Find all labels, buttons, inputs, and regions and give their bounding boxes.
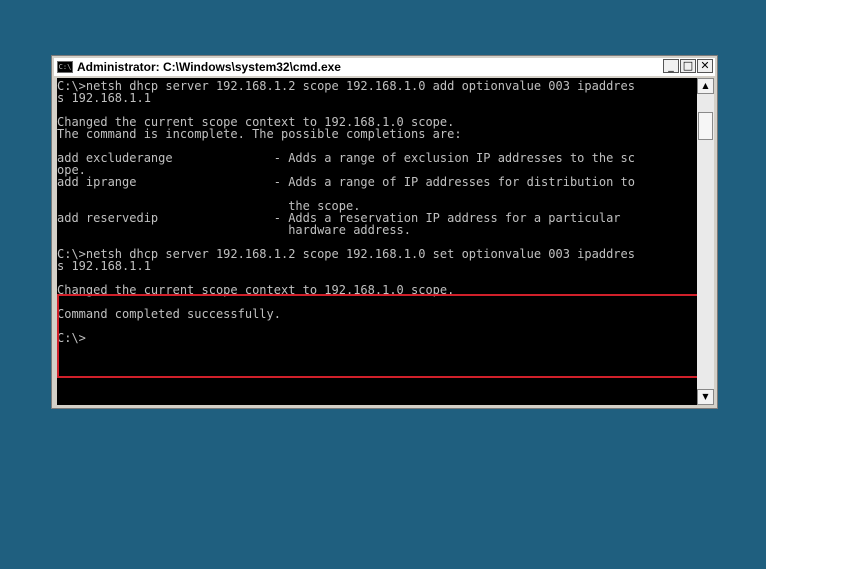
title-bar[interactable]: C:\ Administrator: C:\Windows\system32\c…: [54, 58, 715, 76]
console-line: add excluderange - Adds a range of exclu…: [57, 151, 635, 165]
scroll-down-button[interactable]: ▼: [697, 389, 714, 405]
close-button[interactable]: ✕: [697, 59, 713, 73]
scroll-thumb[interactable]: [698, 112, 713, 140]
cmd-app-icon[interactable]: C:\: [57, 61, 73, 73]
scroll-up-button[interactable]: ▲: [697, 78, 714, 94]
window-title: Administrator: C:\Windows\system32\cmd.e…: [77, 60, 341, 74]
console-line: C:\>netsh dhcp server 192.168.1.2 scope …: [57, 247, 635, 261]
console-line: s 192.168.1.1: [57, 259, 151, 273]
console-line: s 192.168.1.1: [57, 91, 151, 105]
console-line: The command is incomplete. The possible …: [57, 127, 462, 141]
minimize-button[interactable]: _: [663, 59, 679, 73]
console-line: hardware address.: [57, 223, 412, 237]
console-output[interactable]: C:\>netsh dhcp server 192.168.1.2 scope …: [57, 78, 697, 405]
highlight-box: [57, 294, 697, 378]
caption-buttons: _ □ ✕: [663, 59, 713, 73]
vertical-scrollbar[interactable]: ▲ ▼: [697, 78, 714, 405]
console-line: add iprange - Adds a range of IP address…: [57, 175, 635, 189]
cmd-window[interactable]: C:\ Administrator: C:\Windows\system32\c…: [51, 55, 718, 409]
console-line: C:\>netsh dhcp server 192.168.1.2 scope …: [57, 79, 635, 93]
maximize-button[interactable]: □: [680, 59, 696, 73]
